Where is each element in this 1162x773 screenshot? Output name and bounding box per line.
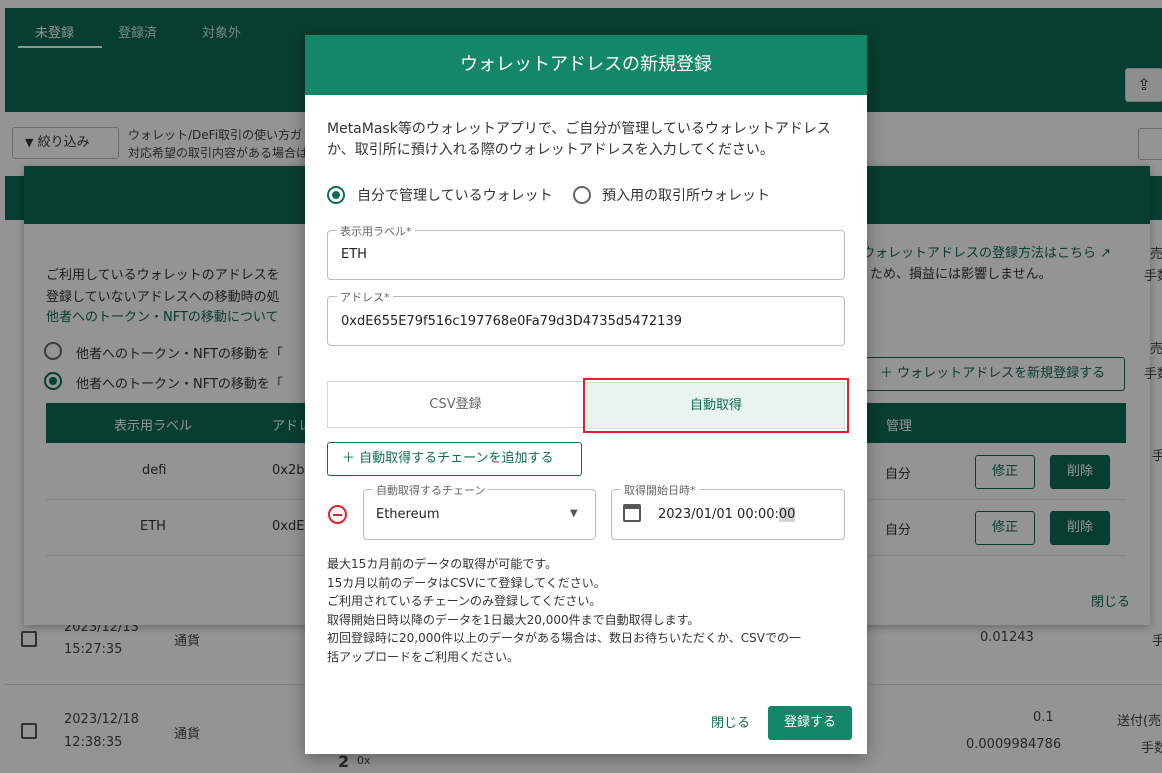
remove-chain-icon[interactable]: [328, 505, 347, 524]
chain-select-label: 自動取得するチェーン: [373, 482, 489, 498]
address-field[interactable]: アドレス* 0xdE655E79f516c197768e0Fa79d3D4735…: [327, 289, 845, 346]
start-datetime-value: 2023/01/01 00:00:00: [658, 507, 796, 522]
start-datetime-label: 取得開始日時*: [621, 482, 699, 498]
plus-icon: ＋: [342, 451, 356, 466]
dialog-title: ウォレットアドレスの新規登録: [305, 35, 867, 95]
radio-self-wallet-label: 自分で管理しているウォレット: [357, 188, 553, 204]
start-datetime-field[interactable]: 取得開始日時* 2023/01/01 00:00:00: [611, 482, 845, 540]
label-field[interactable]: 表示用ラベル* ETH: [327, 223, 845, 280]
add-chain-button[interactable]: ＋ 自動取得するチェーンを追加する: [327, 442, 582, 476]
note-line: ご利用されているチェーンのみ登録してください。: [327, 594, 602, 608]
tab-auto-fetch[interactable]: 自動取得: [587, 382, 845, 429]
start-datetime-text: 2023/01/01 00:00:: [658, 507, 779, 522]
chain-select-value: Ethereum: [376, 507, 440, 522]
label-field-label: 表示用ラベル*: [337, 223, 415, 239]
tab-auto-fetch-highlight: 自動取得: [583, 378, 849, 433]
address-field-value: 0xdE655E79f516c197768e0Fa79d3D4735d54721…: [341, 314, 682, 329]
radio-exchange-wallet-label: 預入用の取引所ウォレット: [602, 188, 770, 204]
radio-self-wallet[interactable]: [327, 186, 345, 204]
start-datetime-selected: 00: [778, 507, 796, 522]
calendar-icon[interactable]: [623, 504, 641, 522]
address-field-label: アドレス*: [337, 289, 393, 305]
chain-select[interactable]: 自動取得するチェーン Ethereum ▼: [363, 482, 596, 540]
close-button[interactable]: 閉じる: [711, 712, 750, 731]
label-field-value: ETH: [341, 247, 367, 262]
note-line: 括アップロードをご利用ください。: [327, 649, 520, 664]
note-line: 初回登録時に20,000件以上のデータがある場合は、数日お待ちいただくか、CSV…: [327, 631, 801, 645]
chevron-down-icon: ▼: [570, 508, 578, 519]
radio-exchange-wallet[interactable]: [573, 186, 591, 204]
add-chain-label: 自動取得するチェーンを追加する: [359, 451, 554, 466]
tab-csv-register[interactable]: CSV登録: [327, 381, 583, 428]
note-line: 15カ月以前のデータはCSVにて登録してください。: [327, 575, 606, 590]
auto-fetch-notes: 最大15カ月前のデータの取得が可能です。 15カ月以前のデータはCSVにて登録し…: [327, 555, 847, 666]
submit-button[interactable]: 登録する: [768, 706, 852, 740]
dialog-intro: MetaMask等のウォレットアプリで、ご自分が管理しているウォレットアドレスか…: [327, 121, 831, 158]
note-line: 最大15カ月前のデータの取得が可能です。: [327, 557, 558, 571]
note-line: 取得開始日時以降のデータを1日最大20,000件まで自動取得します。: [327, 612, 700, 627]
new-wallet-dialog: ウォレットアドレスの新規登録 MetaMask等のウォレットアプリで、ご自分が管…: [305, 35, 867, 754]
